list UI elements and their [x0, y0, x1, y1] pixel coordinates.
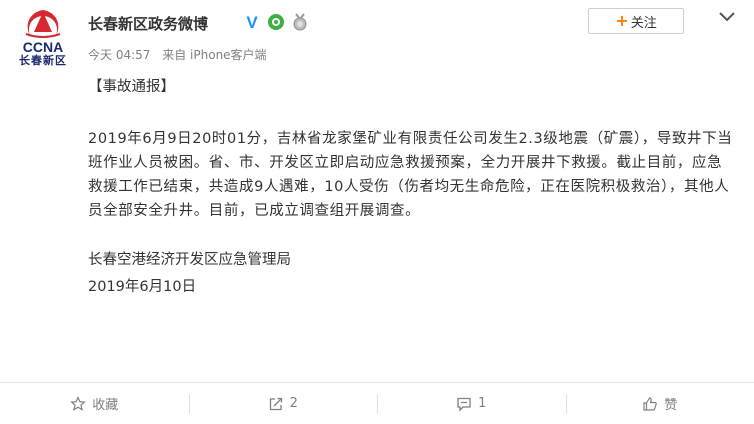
comment-count: 1 [478, 396, 487, 411]
repost-count: 2 [289, 396, 298, 411]
repost-icon [269, 397, 282, 410]
author-name[interactable]: 长春新区政务微博 [88, 13, 208, 34]
follow-button[interactable]: + 关注 [588, 8, 684, 34]
star-icon [70, 395, 87, 411]
post-content: 【事故通报】 2019年6月9日20时01分，吉林省龙家堡矿业有限责任公司发生2… [88, 75, 736, 299]
post-time[interactable]: 今天 04:57 [88, 48, 150, 62]
logo-emblem-icon [25, 10, 61, 38]
action-bar: 收藏 2 1 赞 [0, 383, 754, 424]
post-date: 2019年6月10日 [88, 279, 197, 295]
verified-icon[interactable]: V [243, 13, 261, 31]
post-signer: 长春空港经济开发区应急管理局 [88, 252, 291, 268]
like-button[interactable]: 赞 [565, 383, 754, 424]
post-tag: 【事故通报】 [88, 79, 175, 95]
favorite-label: 收藏 [92, 398, 119, 413]
weibo-post-card: CCNA 长春新区 长春新区政务微博 V 今天 04:57 来自 iPhone客… [0, 0, 754, 424]
post-paragraph: 2019年6月9日20时01分，吉林省龙家堡矿业有限责任公司发生2.3级地震（矿… [88, 131, 733, 219]
vip-icon[interactable] [267, 13, 285, 31]
follow-label: 关注 [630, 15, 657, 31]
svg-text:V: V [246, 13, 258, 31]
logo-text: CCNA [22, 39, 64, 55]
comment-button[interactable]: 1 [377, 383, 566, 424]
like-icon [643, 396, 658, 411]
post-meta: 今天 04:57 来自 iPhone客户端 [88, 46, 275, 63]
favorite-button[interactable]: 收藏 [0, 383, 189, 424]
repost-button[interactable]: 2 [188, 383, 378, 424]
plus-icon: + [615, 11, 629, 30]
more-chevron-icon[interactable] [716, 8, 738, 26]
medal-icon[interactable] [291, 13, 309, 31]
comment-icon [457, 397, 471, 412]
avatar[interactable]: CCNA 长春新区 [12, 6, 74, 70]
logo-subtext: 长春新区 [19, 55, 67, 67]
post-source: 来自 iPhone客户端 [162, 48, 267, 62]
like-label: 赞 [664, 398, 678, 413]
